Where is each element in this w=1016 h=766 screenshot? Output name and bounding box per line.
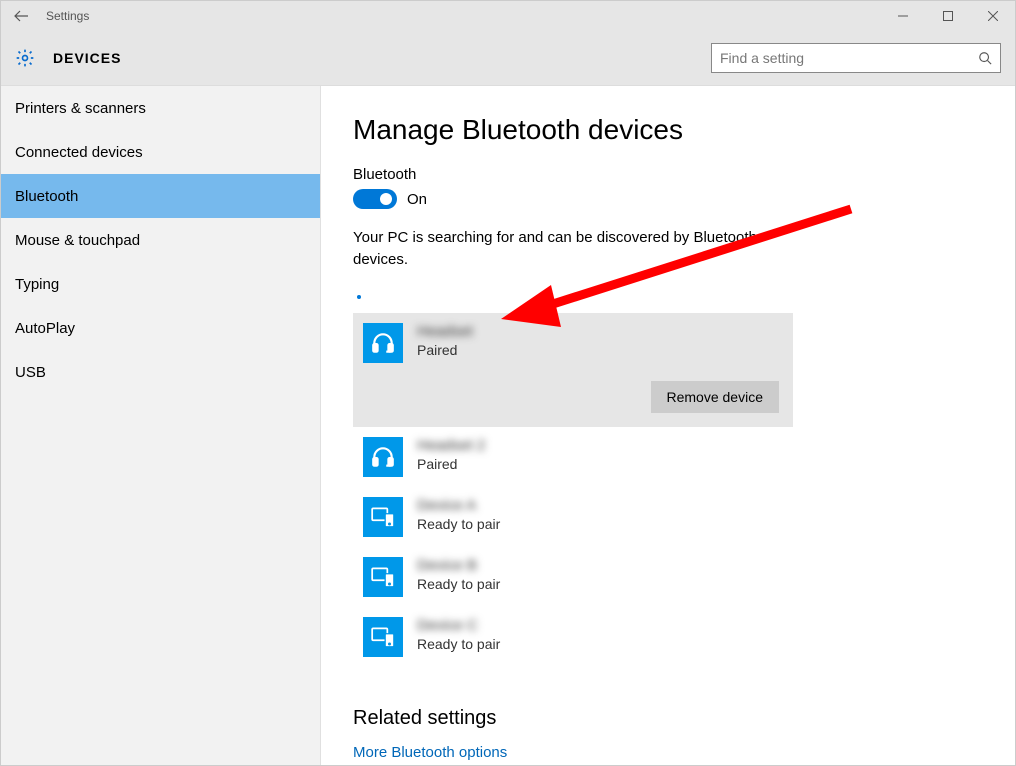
bluetooth-device-item[interactable]: Device A Ready to pair bbox=[353, 487, 793, 547]
body: Printers & scanners Connected devices Bl… bbox=[1, 86, 1015, 765]
device-info: Device A Ready to pair bbox=[417, 497, 500, 532]
header-title: DEVICES bbox=[53, 50, 121, 66]
bluetooth-device-item[interactable]: Device C Ready to pair bbox=[353, 607, 793, 667]
titlebar: Settings bbox=[1, 1, 1015, 31]
bluetooth-device-item[interactable]: Headset Paired bbox=[353, 313, 793, 381]
more-bluetooth-options-link[interactable]: More Bluetooth options bbox=[353, 744, 507, 761]
sidebar-item-label: AutoPlay bbox=[15, 320, 75, 337]
toggle-state-label: On bbox=[407, 191, 427, 208]
maximize-icon bbox=[943, 11, 953, 21]
device-status: Ready to pair bbox=[417, 516, 500, 532]
computer-icon bbox=[363, 497, 403, 537]
device-status: Ready to pair bbox=[417, 636, 500, 652]
device-name: Device A bbox=[417, 497, 500, 514]
headset-icon bbox=[363, 437, 403, 477]
computer-icon bbox=[363, 617, 403, 657]
gear-icon bbox=[15, 48, 35, 68]
back-arrow-icon bbox=[13, 8, 29, 24]
search-placeholder: Find a setting bbox=[720, 50, 978, 66]
headset-icon bbox=[363, 323, 403, 363]
header: DEVICES Find a setting bbox=[1, 31, 1015, 86]
bluetooth-status-text: Your PC is searching for and can be disc… bbox=[353, 227, 803, 271]
settings-window: Settings DEVICES Find a setting bbox=[0, 0, 1016, 766]
device-actions: Remove device bbox=[353, 381, 793, 427]
sidebar-item-autoplay[interactable]: AutoPlay bbox=[1, 306, 320, 350]
sidebar-item-typing[interactable]: Typing bbox=[1, 262, 320, 306]
sidebar-item-label: Mouse & touchpad bbox=[15, 232, 140, 249]
device-info: Headset 2 Paired bbox=[417, 437, 485, 472]
search-icon bbox=[978, 51, 992, 65]
close-button[interactable] bbox=[970, 1, 1015, 31]
sidebar-item-label: USB bbox=[15, 364, 46, 381]
device-name: Device C bbox=[417, 617, 500, 634]
window-title: Settings bbox=[46, 9, 89, 23]
sidebar-item-label: Printers & scanners bbox=[15, 100, 146, 117]
bluetooth-device-item[interactable]: Headset 2 Paired bbox=[353, 427, 793, 487]
bluetooth-toggle-label: Bluetooth bbox=[353, 166, 983, 183]
search-input[interactable]: Find a setting bbox=[711, 43, 1001, 73]
related-settings-heading: Related settings bbox=[353, 707, 983, 730]
device-status: Ready to pair bbox=[417, 576, 500, 592]
computer-icon bbox=[363, 557, 403, 597]
bluetooth-device-item[interactable]: Device B Ready to pair bbox=[353, 547, 793, 607]
minimize-icon bbox=[898, 11, 908, 21]
sidebar-item-label: Bluetooth bbox=[15, 188, 78, 205]
window-controls bbox=[880, 1, 1015, 31]
sidebar-item-mouse-touchpad[interactable]: Mouse & touchpad bbox=[1, 218, 320, 262]
device-status: Paired bbox=[417, 456, 485, 472]
content-pane[interactable]: Manage Bluetooth devices Bluetooth On Yo… bbox=[321, 86, 1015, 765]
device-name: Headset bbox=[417, 323, 473, 340]
close-icon bbox=[988, 11, 998, 21]
sidebar-item-usb[interactable]: USB bbox=[1, 350, 320, 394]
toggle-switch-icon bbox=[353, 189, 397, 209]
device-list: Headset Paired Remove device Headset 2 P… bbox=[353, 313, 793, 667]
sidebar-item-label: Connected devices bbox=[15, 144, 143, 161]
device-name: Headset 2 bbox=[417, 437, 485, 454]
device-name: Device B bbox=[417, 557, 500, 574]
device-status: Paired bbox=[417, 342, 473, 358]
device-info: Headset Paired bbox=[417, 323, 473, 358]
sidebar-item-connected-devices[interactable]: Connected devices bbox=[1, 130, 320, 174]
sidebar-item-label: Typing bbox=[15, 276, 59, 293]
back-button[interactable] bbox=[1, 1, 41, 31]
maximize-button[interactable] bbox=[925, 1, 970, 31]
device-info: Device C Ready to pair bbox=[417, 617, 500, 652]
sidebar-item-printers[interactable]: Printers & scanners bbox=[1, 86, 320, 130]
bluetooth-toggle[interactable]: On bbox=[353, 189, 983, 209]
sidebar-item-bluetooth[interactable]: Bluetooth bbox=[1, 174, 320, 218]
sidebar: Printers & scanners Connected devices Bl… bbox=[1, 86, 321, 765]
minimize-button[interactable] bbox=[880, 1, 925, 31]
searching-spinner-icon bbox=[357, 295, 361, 299]
page-title: Manage Bluetooth devices bbox=[353, 114, 983, 146]
device-info: Device B Ready to pair bbox=[417, 557, 500, 592]
remove-device-button[interactable]: Remove device bbox=[651, 381, 780, 413]
